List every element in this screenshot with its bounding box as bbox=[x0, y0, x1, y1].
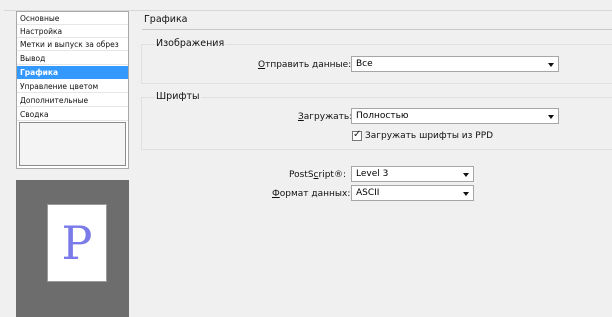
category-list[interactable]: Основные Настройка Метки и выпуск за обр… bbox=[16, 11, 129, 169]
data-format-label: Формат данных: bbox=[272, 189, 351, 199]
send-data-label: Отправить данные: bbox=[258, 60, 352, 70]
category-item-general[interactable]: Основные bbox=[17, 12, 128, 25]
category-item-summary[interactable]: Сводка bbox=[17, 108, 128, 121]
send-data-select[interactable]: Все bbox=[351, 56, 559, 72]
fonts-group-label: Шрифты bbox=[155, 91, 201, 102]
checkmark-icon: ✓ bbox=[353, 129, 362, 140]
chevron-down-icon bbox=[463, 173, 469, 177]
images-group-label: Изображения bbox=[155, 38, 226, 49]
category-item-setup[interactable]: Настройка bbox=[17, 25, 128, 38]
download-select[interactable]: Полностью bbox=[351, 108, 559, 124]
data-format-value: ASCII bbox=[356, 188, 380, 198]
chevron-down-icon bbox=[548, 63, 554, 67]
data-format-select[interactable]: ASCII bbox=[351, 185, 474, 201]
download-label: Загружать: bbox=[298, 112, 353, 122]
preview-page: P bbox=[47, 204, 107, 282]
chevron-down-icon bbox=[548, 115, 554, 119]
category-item-marks-bleed[interactable]: Метки и выпуск за обрез bbox=[17, 38, 128, 51]
section-title: Графика bbox=[144, 14, 188, 25]
category-item-color-management[interactable]: Управление цветом bbox=[17, 80, 128, 93]
postscript-select[interactable]: Level 3 bbox=[351, 166, 474, 182]
list-empty-area bbox=[19, 122, 126, 166]
category-item-advanced[interactable]: Дополнительные bbox=[17, 94, 128, 107]
category-item-graphics[interactable]: Графика bbox=[17, 66, 128, 79]
download-value: Полностью bbox=[356, 111, 409, 121]
send-data-value: Все bbox=[356, 59, 373, 69]
preview-glyph: P bbox=[61, 216, 93, 270]
postscript-label: PostScript®: bbox=[289, 170, 346, 180]
section-divider bbox=[142, 29, 612, 30]
category-item-output[interactable]: Вывод bbox=[17, 52, 128, 65]
ppd-fonts-checkbox[interactable]: ✓ bbox=[352, 129, 362, 141]
print-preview: P bbox=[16, 180, 129, 317]
chevron-down-icon bbox=[463, 192, 469, 196]
postscript-value: Level 3 bbox=[356, 169, 389, 179]
ppd-fonts-checkbox-label[interactable]: Загружать шрифты из PPD bbox=[365, 131, 493, 141]
